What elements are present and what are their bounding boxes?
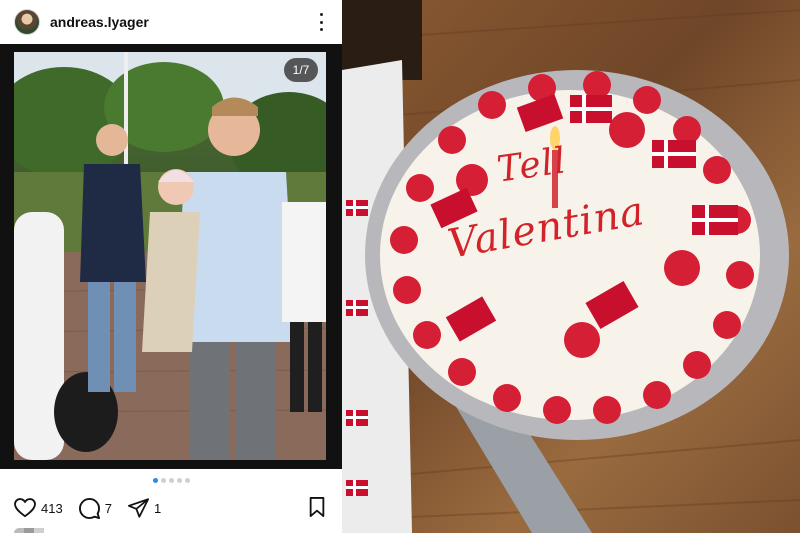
bookmark-icon[interactable] bbox=[308, 497, 326, 522]
image-counter: 1/7 bbox=[284, 58, 318, 82]
liked-by-avatars bbox=[14, 528, 54, 533]
instagram-post: andreas.lyager 1/7 413 7 1 bbox=[0, 0, 342, 533]
comment-button[interactable]: 7 bbox=[78, 497, 112, 519]
like-button[interactable]: 413 bbox=[14, 498, 63, 518]
more-vertical-icon[interactable] bbox=[314, 13, 328, 31]
comment-bubble-icon bbox=[78, 497, 100, 519]
heart-icon bbox=[14, 498, 36, 518]
post-header: andreas.lyager bbox=[0, 0, 342, 44]
carousel-dot bbox=[152, 478, 158, 483]
avatar[interactable] bbox=[14, 9, 40, 35]
carousel-dot bbox=[176, 478, 182, 483]
share-button[interactable]: 1 bbox=[127, 498, 162, 518]
carousel-indicator bbox=[0, 478, 342, 486]
username[interactable]: andreas.lyager bbox=[50, 14, 149, 30]
carousel-dot bbox=[160, 478, 166, 483]
post-actions: 413 7 1 bbox=[14, 496, 177, 520]
shares-count: 1 bbox=[153, 500, 162, 516]
paper-plane-icon bbox=[127, 498, 149, 518]
cake-photo: Tell Valentina bbox=[342, 0, 800, 533]
post-image-frame bbox=[0, 44, 342, 469]
carousel-dot bbox=[168, 478, 174, 483]
likes-count: 413 bbox=[41, 500, 63, 516]
comments-count: 7 bbox=[104, 500, 112, 516]
post-photo[interactable] bbox=[14, 52, 326, 460]
carousel-dot bbox=[184, 478, 190, 483]
